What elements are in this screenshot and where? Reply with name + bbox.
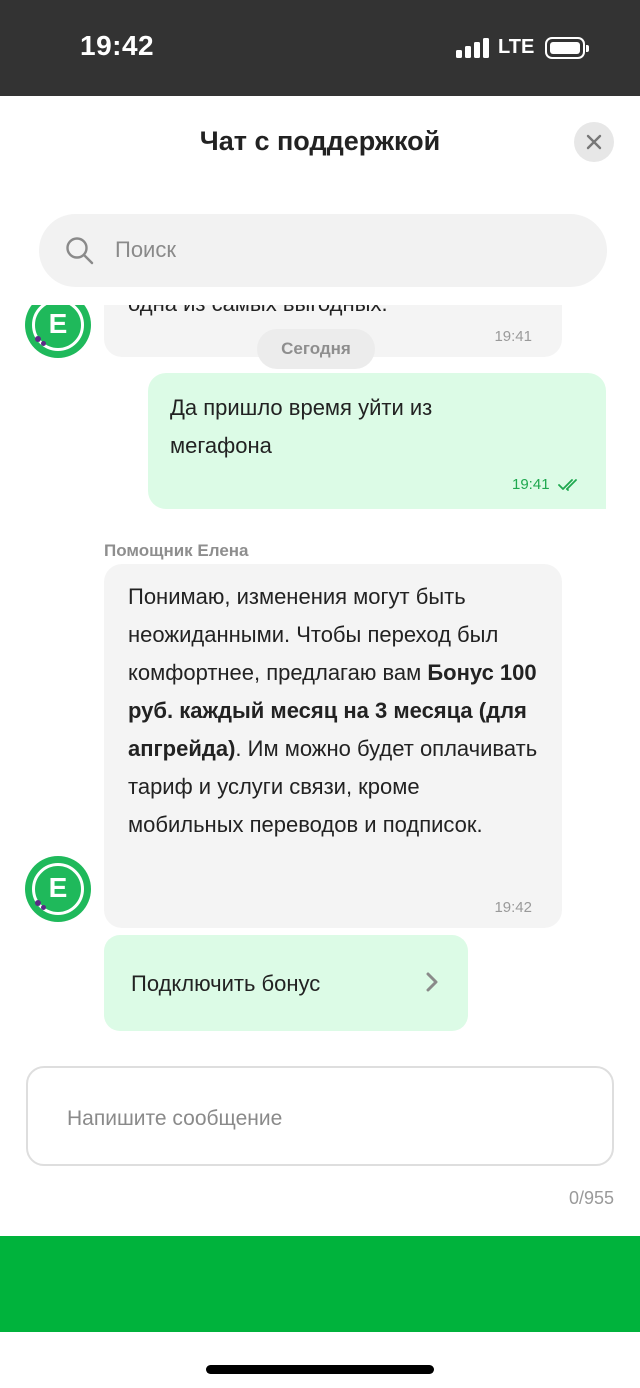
status-bar: 19:42 LTE — [0, 0, 640, 96]
message-text: Да пришло время уйти из мегафона — [170, 395, 433, 458]
sender-name: Помощник Елена — [104, 541, 249, 560]
connect-bonus-button[interactable]: Подключить бонус — [104, 935, 468, 1031]
page-title: Чат с поддержкой — [199, 126, 441, 156]
message-input[interactable] — [67, 1100, 567, 1138]
signal-icon — [456, 38, 490, 58]
date-separator: Сегодня — [257, 329, 375, 369]
message-bubble-outgoing: Да пришло время уйти из мегафона 19:41 — [148, 373, 606, 509]
battery-icon — [545, 37, 589, 59]
message-time: 19:41 — [494, 328, 532, 345]
message-time: 19:41 — [512, 476, 550, 493]
home-indicator[interactable] — [206, 1365, 434, 1374]
assistant-avatar: E — [25, 305, 91, 358]
chat-messages[interactable]: E одна из самых выгодных. 19:41 Сегодня … — [0, 305, 640, 1055]
network-type: LTE — [498, 36, 535, 58]
connect-bonus-label: Подключить бонус — [131, 971, 321, 996]
close-button[interactable] — [574, 122, 614, 162]
chevron-right-icon — [426, 972, 438, 992]
message-bubble-incoming: Понимаю, изменения могут быть неожиданны… — [104, 564, 562, 928]
message-text: Понимаю, изменения могут быть неожиданны… — [128, 584, 538, 837]
message-time: 19:42 — [494, 899, 532, 916]
search-icon — [66, 237, 94, 265]
status-time: 19:42 — [80, 30, 155, 61]
assistant-avatar: E — [25, 856, 91, 922]
double-check-icon — [558, 479, 577, 491]
search-bar[interactable] — [39, 214, 607, 287]
character-counter: 0/955 — [568, 1188, 614, 1208]
close-icon — [586, 134, 602, 150]
search-input[interactable] — [115, 230, 575, 270]
send-button-bar[interactable] — [0, 1236, 640, 1332]
message-composer[interactable] — [26, 1066, 614, 1166]
message-text: одна из самых выгодных. — [128, 305, 388, 323]
